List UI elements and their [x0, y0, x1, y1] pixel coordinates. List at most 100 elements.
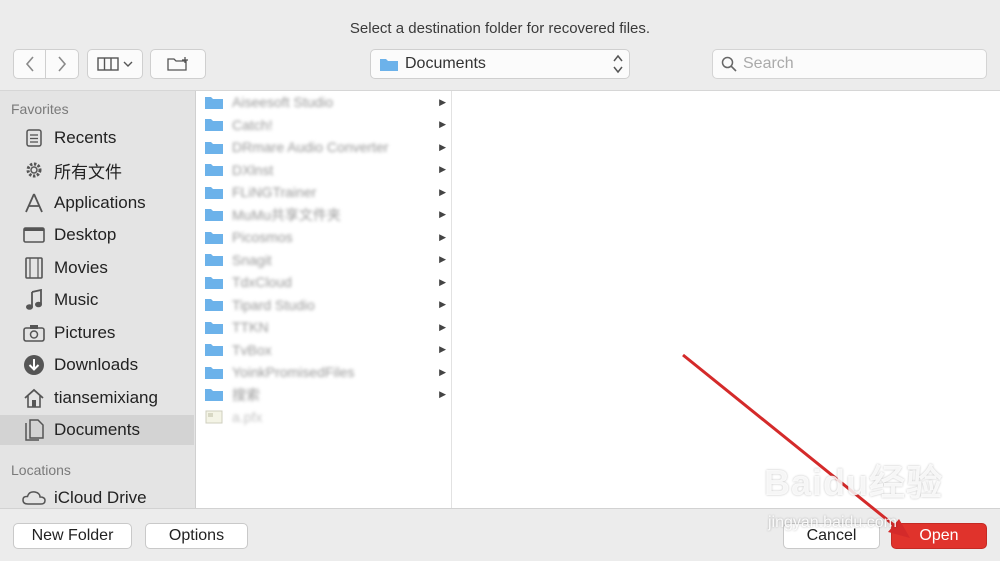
folder-icon — [205, 299, 223, 311]
folder-icon — [205, 321, 223, 334]
updown-arrows-icon — [613, 54, 623, 74]
watermark-logo: Baidu经验 — [764, 462, 944, 503]
folder-icon — [205, 254, 223, 266]
sidebar-item-documents[interactable]: Documents — [0, 415, 194, 445]
folder-icon — [205, 164, 223, 176]
sidebar-item-pictures[interactable]: Pictures — [0, 318, 194, 348]
file-name: DXlnst — [232, 161, 274, 178]
disclosure-triangle-icon: ▶ — [439, 389, 446, 399]
disclosure-triangle-icon: ▶ — [439, 164, 446, 174]
disclosure-triangle-icon: ▶ — [439, 344, 446, 354]
document-icon — [22, 418, 46, 442]
file-name: TdxCloud — [232, 274, 292, 290]
favorites-header: Favorites — [11, 101, 69, 117]
sidebar-item-label: Recents — [54, 128, 117, 147]
folder-icon — [205, 186, 223, 199]
locations-header: Locations — [11, 462, 71, 478]
back-button[interactable] — [13, 49, 46, 79]
list-item[interactable]: YoinkPromisedFiles ▶ — [196, 361, 451, 383]
sidebar-item-label: Documents — [54, 420, 140, 439]
recents-icon — [22, 126, 46, 150]
file-name: FLiNGTrainer — [232, 184, 317, 200]
sidebar: Favorites Recents 所有文件 Applications Desk… — [0, 91, 195, 509]
open-button[interactable]: Open — [891, 523, 987, 549]
sidebar-item-label: 所有文件 — [54, 162, 122, 182]
dialog-title: Select a destination folder for recovere… — [349, 20, 651, 37]
list-item[interactable]: Catch! ▶ — [196, 114, 451, 136]
new-folder-icon — [167, 57, 188, 71]
folder-icon — [205, 209, 223, 221]
download-icon — [22, 353, 46, 377]
file-column: Aiseesoft Studio ▶ Catch! ▶ DRmare Audio C… — [195, 91, 452, 509]
list-item[interactable]: MuMu共享文件夹 ▶ — [196, 204, 451, 226]
music-note-icon — [22, 288, 46, 312]
search-field[interactable]: Search — [712, 49, 987, 79]
folder-icon — [205, 276, 223, 289]
desktop-icon — [22, 223, 46, 247]
applications-icon — [22, 191, 46, 215]
disclosure-triangle-icon: ▶ — [439, 231, 446, 242]
sidebar-item-all-files[interactable]: 所有文件 — [0, 155, 194, 185]
location-dropdown[interactable]: Documents — [370, 49, 630, 79]
list-item[interactable]: DXlnst ▶ — [196, 159, 451, 181]
list-item[interactable]: FLiNGTrainer ▶ — [196, 181, 451, 203]
sidebar-item-label: Applications — [54, 193, 146, 212]
options-button[interactable]: Options — [145, 523, 248, 549]
folder-icon — [205, 231, 223, 244]
sidebar-item-applications[interactable]: Applications — [0, 188, 194, 218]
sidebar-item-recents[interactable]: Recents — [0, 123, 194, 153]
disclosure-triangle-icon: ▶ — [439, 186, 446, 197]
forward-button[interactable] — [46, 49, 79, 79]
new-folder-button[interactable]: New Folder — [13, 523, 132, 549]
list-item[interactable]: Tipard Studio ▶ — [196, 294, 451, 316]
list-item[interactable]: DRmare Audio Converter ▶ — [196, 136, 451, 158]
sidebar-item-music[interactable]: Music — [0, 285, 194, 315]
chevron-left-icon — [25, 56, 34, 72]
list-item[interactable]: TvBox ▶ — [196, 339, 451, 361]
chevron-right-icon — [58, 56, 67, 72]
preview-column — [452, 91, 1000, 509]
sidebar-item-label: Desktop — [54, 225, 117, 244]
gear-icon — [22, 158, 46, 182]
file-name: DRmare Audio Converter — [232, 139, 389, 155]
file-name: Catch! — [232, 116, 273, 133]
column-view-icon — [97, 57, 119, 71]
list-item[interactable]: TTKN ▶ — [196, 316, 451, 338]
folder-icon — [205, 389, 223, 401]
file-name: 搜索 — [232, 386, 260, 403]
disclosure-triangle-icon: ▶ — [439, 321, 446, 332]
file-name: Snagit — [232, 251, 272, 268]
folder-icon — [205, 344, 223, 356]
sidebar-item-downloads[interactable]: Downloads — [0, 350, 194, 380]
sidebar-item-label: Pictures — [54, 323, 116, 342]
list-item[interactable]: Aiseesoft Studio ▶ — [196, 91, 451, 113]
file-name: TTKN — [232, 319, 269, 335]
list-item[interactable]: a.pfx — [196, 406, 451, 428]
browser-area: Favorites Recents 所有文件 Applications Desk… — [0, 90, 1000, 509]
sidebar-item-home[interactable]: tiansemixiang — [0, 383, 194, 413]
list-item[interactable]: Picosmos ▶ — [196, 226, 451, 248]
disclosure-triangle-icon: ▶ — [439, 366, 446, 377]
list-item[interactable]: Snagit ▶ — [196, 249, 451, 271]
film-icon — [22, 256, 46, 280]
sidebar-item-label: Music — [54, 290, 99, 309]
sidebar-item-movies[interactable]: Movies — [0, 253, 194, 283]
chevron-down-icon — [123, 61, 133, 67]
camera-icon — [22, 321, 46, 345]
folder-icon — [205, 119, 223, 131]
folder-icon — [205, 141, 223, 154]
file-name: YoinkPromisedFiles — [232, 364, 355, 380]
view-mode-button[interactable] — [87, 49, 143, 79]
disclosure-triangle-icon: ▶ — [439, 141, 446, 152]
location-label: Documents — [405, 55, 486, 72]
disclosure-triangle-icon: ▶ — [439, 119, 446, 129]
list-item[interactable]: TdxCloud ▶ — [196, 271, 451, 293]
sidebar-item-label: Downloads — [54, 355, 139, 374]
file-name: a.pfx — [232, 409, 263, 425]
sidebar-item-desktop[interactable]: Desktop — [0, 220, 194, 250]
toolbar: Documents Search — [0, 49, 1000, 79]
disclosure-triangle-icon: ▶ — [439, 254, 446, 264]
file-name: MuMu共享文件夹 — [232, 206, 341, 223]
new-folder-toolbar-button[interactable] — [150, 49, 206, 79]
list-item[interactable]: 搜索 ▶ — [196, 384, 451, 406]
